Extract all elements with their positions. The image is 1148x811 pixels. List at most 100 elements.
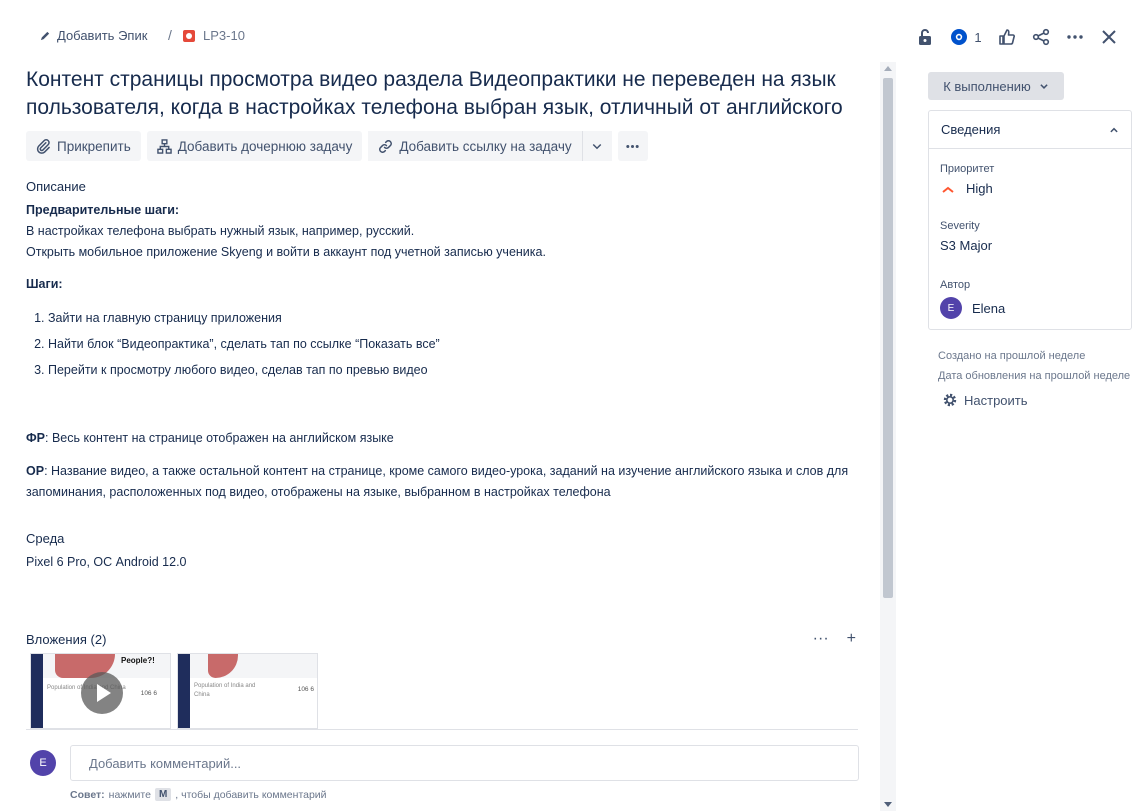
paperclip-icon: [36, 138, 50, 154]
expected-result: ОР: Название видео, а также остальной ко…: [26, 461, 871, 503]
environment-value[interactable]: Pixel 6 Pro, ОС Android 12.0: [26, 552, 871, 573]
pencil-icon: [40, 31, 50, 41]
issue-title[interactable]: Контент страницы просмотра видео раздела…: [26, 66, 871, 122]
link-issue-dropdown[interactable]: [581, 131, 612, 161]
actual-result-label: ФР: [26, 431, 46, 445]
priority-value-row: High: [940, 181, 1120, 196]
thumb-dislikes: 6: [310, 686, 314, 693]
breadcrumb-separator: /: [168, 27, 172, 43]
play-icon[interactable]: [81, 672, 123, 714]
created-date: Создано на прошлой неделе: [938, 350, 1086, 362]
toolbar-more-button[interactable]: [617, 131, 648, 161]
severity-value: S3 Major: [940, 238, 993, 253]
link-issue-label: Добавить ссылку на задачу: [399, 138, 572, 154]
link-issue-button[interactable]: Добавить ссылку на задачу: [368, 131, 582, 161]
steps-list: Зайти на главную страницу приложения Най…: [26, 305, 871, 383]
attach-label: Прикрепить: [57, 138, 131, 154]
link-icon: [379, 139, 393, 153]
share-icon: [1032, 28, 1050, 46]
close-icon: [1102, 30, 1116, 44]
scroll-up-arrow-icon[interactable]: [884, 66, 892, 71]
thumb-map-image: [208, 654, 238, 678]
add-epic-link[interactable]: Добавить Эпик: [40, 28, 147, 43]
step-item: Зайти на главную страницу приложения: [48, 305, 871, 331]
priority-label: Приоритет: [940, 163, 995, 175]
attachment-image-thumbnail[interactable]: Population of India and China 106 6: [177, 653, 318, 729]
tip-label: Совет:: [70, 788, 105, 801]
comment-composer: E Добавить комментарий...: [30, 745, 859, 781]
attachments-title: Вложения (2): [26, 631, 107, 647]
severity-field[interactable]: Severity S3 Major: [929, 220, 1131, 253]
more-actions-button[interactable]: [1058, 24, 1092, 50]
issue-main-panel: Контент страницы просмотра видео раздела…: [26, 66, 871, 573]
precondition-2: Открыть мобильное приложение Skyeng и во…: [26, 245, 546, 259]
environment-heading: Среда: [26, 531, 65, 546]
thumb-stats: 106 6: [141, 690, 157, 697]
thumb-stats: 106 6: [298, 686, 314, 693]
thumb-card: Population of India and China 106 6: [190, 678, 317, 728]
scroll-thumb[interactable]: [883, 78, 893, 598]
add-attachment-icon[interactable]: +: [847, 630, 856, 648]
details-title: Сведения: [941, 122, 1001, 137]
issue-dates: Создано на прошлой неделе Дата обновлени…: [928, 346, 1132, 386]
steps-title: Шаги:: [26, 277, 63, 291]
add-child-issue-label: Добавить дочернюю задачу: [177, 138, 353, 154]
issue-header-bar: Добавить Эпик / LP3-10 1: [0, 0, 1148, 72]
tip-text-pre: нажмите: [108, 788, 151, 801]
description-heading: Описание: [26, 179, 86, 194]
issue-key: LP3-10: [203, 28, 245, 43]
chevron-down-icon: [1040, 84, 1048, 89]
attachment-video-thumbnail[interactable]: People?! Population of India and China 1…: [30, 653, 171, 729]
thumb-likes: 106: [140, 690, 152, 697]
status-label: К выполнению: [943, 78, 1031, 94]
add-child-issue-button[interactable]: Добавить дочернюю задачу: [146, 131, 363, 161]
priority-value: High: [966, 181, 993, 196]
attachments-header: Вложения (2) ··· +: [26, 630, 856, 648]
close-button[interactable]: [1092, 24, 1126, 50]
ellipsis-icon: [626, 144, 639, 148]
tip-text-post: , чтобы добавить комментарий: [175, 788, 327, 801]
thumbs-up-icon: [999, 29, 1015, 45]
step-item: Перейти к просмотру любого видео, сделав…: [48, 357, 871, 383]
watch-button[interactable]: 1: [942, 24, 990, 50]
hierarchy-icon: [156, 138, 172, 154]
preconditions-title: Предварительные шаги:: [26, 203, 180, 217]
eye-icon: [951, 29, 968, 45]
author-value-row: E Elena: [940, 297, 1120, 319]
like-button[interactable]: [990, 24, 1024, 50]
main-scrollbar[interactable]: [880, 62, 896, 811]
attach-button[interactable]: Прикрепить: [26, 131, 141, 161]
attachments-tools: ··· +: [813, 630, 856, 648]
current-user-avatar[interactable]: E: [30, 750, 56, 776]
author-avatar: E: [940, 297, 962, 319]
configure-button[interactable]: Настроить: [928, 392, 1132, 408]
shortcut-key: M: [154, 788, 172, 801]
watch-count: 1: [974, 29, 982, 45]
expected-result-text: : Название видео, а также остальной конт…: [26, 464, 849, 499]
comment-input[interactable]: Добавить комментарий...: [70, 745, 859, 781]
thumb-likes: 106: [297, 686, 309, 693]
thumb-dislikes: 6: [153, 690, 157, 697]
precondition-1: В настройках телефона выбрать нужный язы…: [26, 224, 415, 238]
actual-result-text: : Весь контент на странице отображен на …: [45, 431, 394, 445]
details-toggle[interactable]: Сведения: [929, 111, 1131, 149]
issue-toolbar: Прикрепить Добавить дочернюю задачу Доба…: [26, 131, 871, 161]
issue-actions: 1: [908, 24, 1126, 50]
author-field[interactable]: Автор E Elena: [929, 279, 1131, 329]
priority-high-icon: [942, 186, 954, 193]
priority-field[interactable]: Приоритет High: [929, 163, 1131, 196]
lock-button[interactable]: [908, 24, 942, 50]
lock-icon: [919, 29, 931, 45]
scroll-down-arrow-icon[interactable]: [884, 802, 892, 807]
author-label: Автор: [940, 279, 971, 291]
gear-icon: [943, 393, 957, 407]
chevron-up-icon: [1110, 127, 1118, 132]
status-dropdown[interactable]: К выполнению: [928, 72, 1064, 100]
issue-key-link[interactable]: LP3-10: [183, 28, 245, 43]
share-button[interactable]: [1024, 24, 1058, 50]
description-body[interactable]: Предварительные шаги: В настройках телеф…: [26, 200, 871, 503]
attachments-more-icon[interactable]: ···: [813, 630, 829, 648]
add-epic-label: Добавить Эпик: [57, 28, 148, 43]
thumb-sidebar-strip: [31, 654, 43, 728]
thumb-caption: Population of India and China: [194, 683, 256, 698]
